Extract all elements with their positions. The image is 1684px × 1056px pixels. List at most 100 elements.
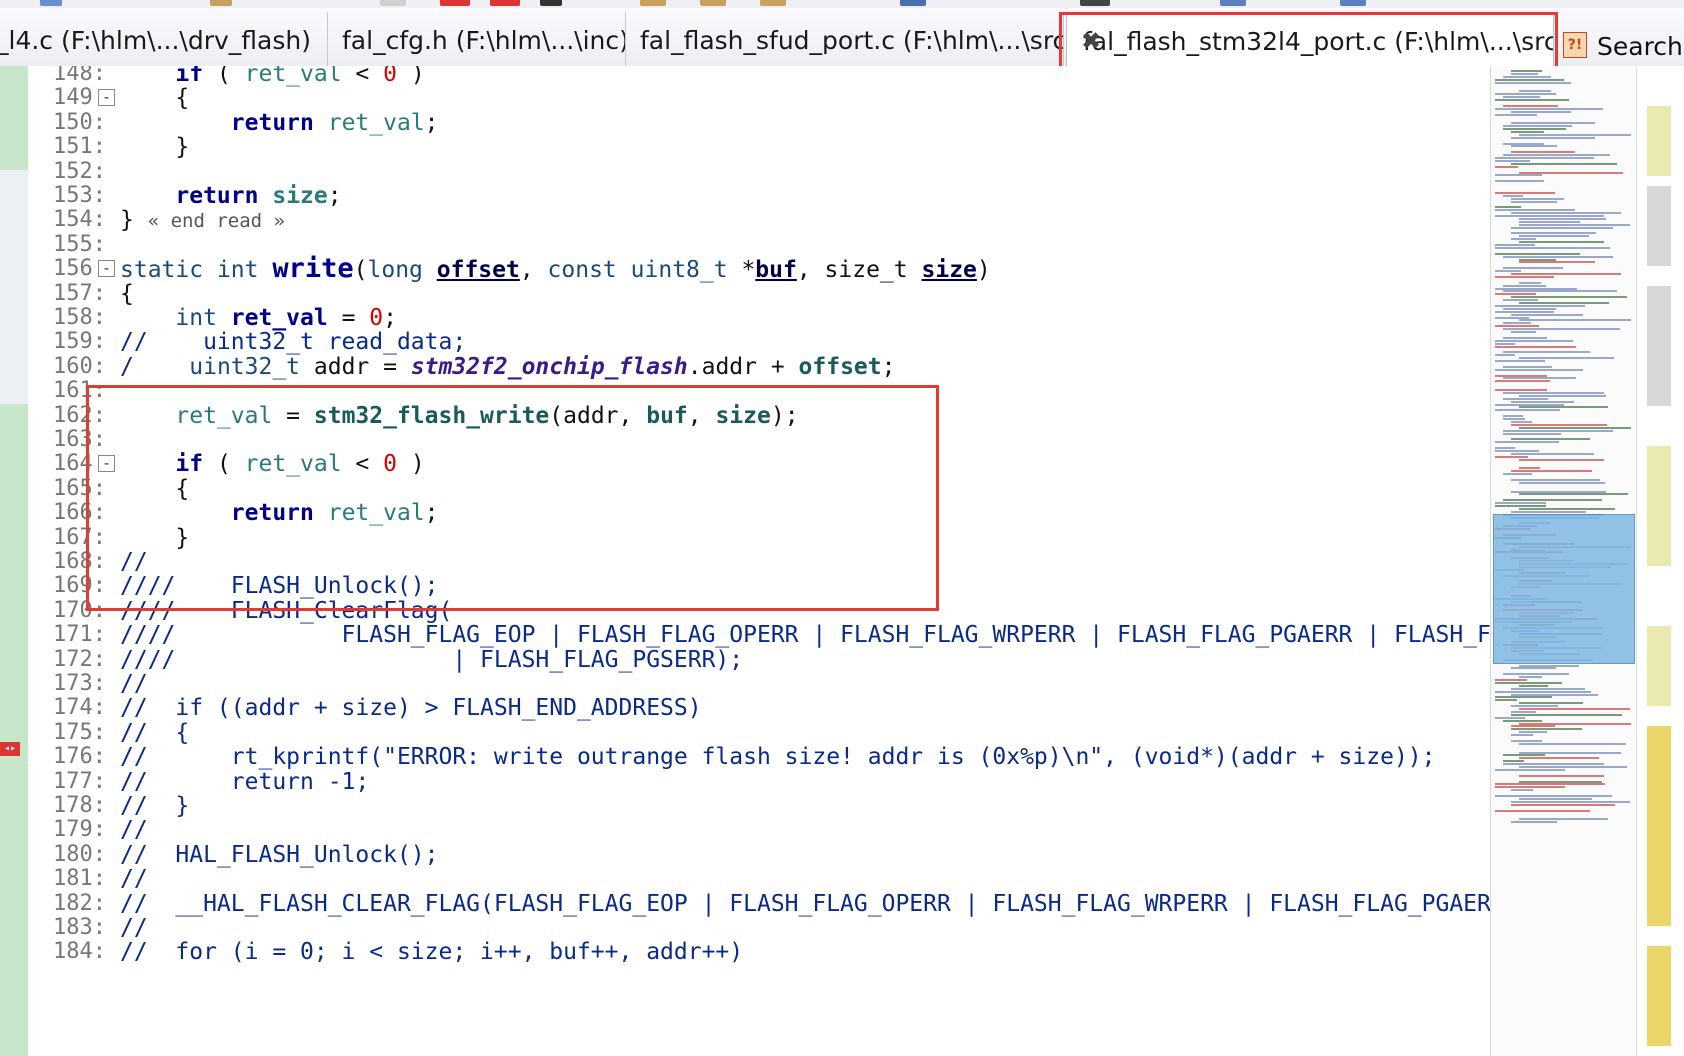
code-line[interactable]: 149: - {	[0, 85, 1490, 111]
minimap-line	[1495, 244, 1535, 246]
code-token: ret_val	[244, 66, 342, 87]
code-line[interactable]: 153: return size;	[0, 183, 1490, 209]
toolbar-icon[interactable]	[1080, 0, 1110, 6]
code-text: // if ((addr + size) > FLASH_END_ADDRESS…	[120, 695, 702, 721]
code-line[interactable]: 160: / uint32_t addr = stm32f2_onchip_fla…	[0, 354, 1490, 380]
toolbar-icon[interactable]	[210, 0, 232, 6]
code-line[interactable]: 167: }	[0, 525, 1490, 551]
code-line[interactable]: 150: return ret_val;	[0, 110, 1490, 136]
tab-search[interactable]: ?! Search	[1563, 20, 1684, 70]
code-line[interactable]: 161:	[0, 378, 1490, 404]
code-token: 0	[383, 451, 397, 478]
code-line[interactable]: 159: // uint32_t read_data;	[0, 329, 1490, 355]
toolbar-icon[interactable]	[380, 0, 406, 6]
code-line[interactable]: 148: if ( ret_val < 0 )	[0, 66, 1490, 87]
code-line[interactable]: 178: // }	[0, 793, 1490, 819]
code-line[interactable]: 163:	[0, 427, 1490, 453]
toolbar-icon[interactable]	[40, 0, 62, 6]
code-text: // HAL_FLASH_Unlock();	[120, 842, 439, 868]
code-token: }	[120, 207, 148, 234]
code-line[interactable]: 176: // rt_kprintf("ERROR: write outrange…	[0, 744, 1490, 770]
tab-fal-flash-stm32l4-port[interactable]: fal_flash_stm32l4_port.c (F:\hlm\...\src…	[1066, 12, 1554, 68]
line-number: 175:	[53, 719, 106, 745]
tab-fal-cfg[interactable]: fal_cfg.h (F:\hlm\...\inc)	[328, 12, 626, 66]
line-number: 167:	[53, 524, 106, 550]
code-token: stm32_flash_write	[313, 402, 550, 429]
code-line[interactable]: 171: //// FLASH_FLAG_EOP | FLASH_FLAG_OPE…	[0, 622, 1490, 648]
minimap-line	[1495, 159, 1530, 162]
line-number: 151:	[53, 134, 106, 160]
line-number: 165:	[53, 475, 106, 501]
code-line[interactable]: 156: - static int write(long offset, const…	[0, 255, 1490, 283]
close-icon[interactable]: ✖	[1081, 27, 1545, 55]
minimap-line	[1495, 275, 1554, 278]
toolbar-icon[interactable]	[440, 0, 470, 6]
minimap-line	[1519, 302, 1609, 304]
minimap-line	[1495, 699, 1517, 702]
code-line[interactable]: 180: // HAL_FLASH_Unlock();	[0, 842, 1490, 868]
minimap-line	[1511, 693, 1598, 696]
fold-toggle-icon[interactable]: -	[98, 260, 115, 278]
code-line[interactable]: 165: {	[0, 476, 1490, 502]
code-line[interactable]: 152:	[0, 159, 1490, 185]
code-line[interactable]: 173: //	[0, 671, 1490, 697]
toolbar-icon[interactable]	[1340, 0, 1366, 6]
toolbar-icon[interactable]	[490, 0, 520, 6]
code-token: //	[120, 671, 148, 697]
code-line[interactable]: 157: {	[0, 281, 1490, 307]
code-token: size	[715, 402, 771, 429]
code-line[interactable]: 181: //	[0, 866, 1490, 892]
code-text: //	[120, 915, 148, 941]
code-line[interactable]: 158: int ret_val = 0;	[0, 305, 1490, 331]
code-line[interactable]: 169: //// FLASH_Unlock();	[0, 573, 1490, 599]
code-line[interactable]: 177: // return -1;	[0, 769, 1490, 795]
code-line[interactable]: 155:	[0, 232, 1490, 258]
code-token: );	[770, 402, 799, 429]
minimap-line	[1511, 296, 1627, 299]
toolbar-icon[interactable]	[640, 0, 666, 6]
code-text: // {	[120, 720, 189, 746]
toolbar-icon[interactable]	[900, 0, 926, 6]
code-line[interactable]: 179: //	[0, 817, 1490, 843]
code-token: ;	[424, 500, 439, 527]
minimap-line	[1519, 676, 1542, 679]
code-line[interactable]: 182: // __HAL_FLASH_CLEAR_FLAG(FLASH_FLAG…	[0, 891, 1490, 917]
code-line[interactable]: 168: //	[0, 549, 1490, 575]
code-line[interactable]: 166: return ret_val;	[0, 500, 1490, 526]
toolbar-icon[interactable]	[1220, 0, 1246, 6]
code-line[interactable]: 184: // for (i = 0; i < size; i++, buf++,…	[0, 939, 1490, 965]
code-token: if	[175, 451, 204, 478]
tab-drv-flash[interactable]: _l4.c (F:\hlm\...\drv_flash)	[0, 12, 328, 66]
code-editor[interactable]: ◂▸ 148: if ( ret_val < 0 ) 149: - {150: re…	[0, 66, 1490, 1056]
toolbar-icon[interactable]	[540, 0, 562, 6]
code-line[interactable]: 170: //// FLASH_ClearFlag(	[0, 598, 1490, 624]
minimap-line	[1495, 246, 1610, 249]
code-line[interactable]: 164: - if ( ret_val < 0 )	[0, 451, 1490, 477]
toolbar-icon[interactable]	[700, 0, 726, 6]
code-line[interactable]: 183: //	[0, 915, 1490, 941]
code-token: ;	[327, 183, 342, 209]
code-text: {	[120, 476, 189, 502]
toolbar-icon[interactable]	[760, 0, 786, 6]
code-line[interactable]: 154:} « end read »	[0, 207, 1490, 233]
fold-toggle-icon[interactable]: -	[98, 89, 115, 107]
code-line[interactable]: 162: ret_val = stm32_flash_write(addr, b…	[0, 403, 1490, 429]
code-line[interactable]: 172: //// | FLASH_FLAG_PGSERR);	[0, 647, 1490, 673]
code-line[interactable]: 174: // if ((addr + size) > FLASH_END_ADD…	[0, 695, 1490, 721]
code-token: =	[272, 402, 314, 429]
minimap[interactable]	[1490, 66, 1637, 1056]
tab-fal-flash-sfud-port[interactable]: fal_flash_sfud_port.c (F:\hlm\...\src)	[626, 12, 1064, 66]
minimap-line	[1519, 133, 1631, 136]
code-line[interactable]: 175: // {	[0, 720, 1490, 746]
fold-toggle-icon[interactable]: -	[98, 455, 115, 473]
minimap-line	[1511, 420, 1532, 423]
minimap-viewport[interactable]	[1493, 514, 1635, 664]
minimap-line	[1503, 328, 1620, 331]
minimap-line	[1495, 505, 1546, 507]
code-line[interactable]: 151: }	[0, 134, 1490, 160]
overview-ruler[interactable]	[1636, 66, 1684, 1056]
